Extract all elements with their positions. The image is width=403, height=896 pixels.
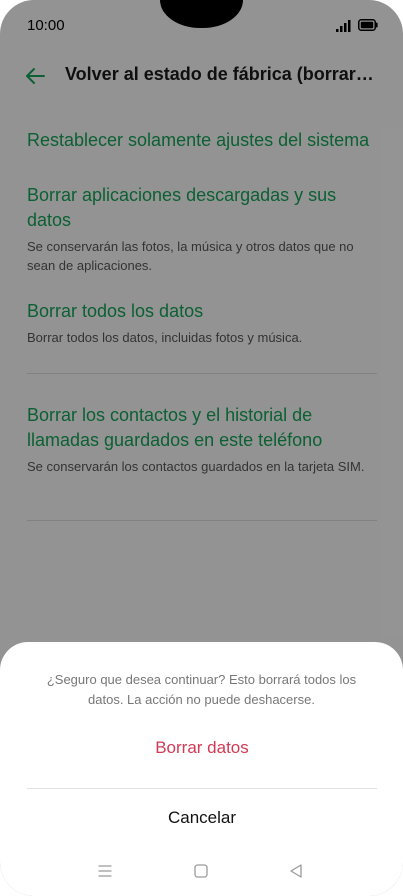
erase-data-button[interactable]: Borrar datos: [27, 730, 377, 766]
settings-screen: 10:00 Volver al estado de fábrica (borra…: [0, 0, 403, 896]
divider: [27, 788, 377, 789]
back-icon[interactable]: [288, 863, 304, 879]
cancel-button[interactable]: Cancelar: [27, 800, 377, 836]
menu-icon[interactable]: [97, 863, 113, 879]
confirmation-sheet: ¿Seguro que desea continuar? Esto borrar…: [0, 642, 403, 896]
home-icon[interactable]: [193, 863, 209, 879]
navigation-bar: [0, 855, 403, 889]
confirmation-message: ¿Seguro que desea continuar? Esto borrar…: [46, 672, 357, 707]
